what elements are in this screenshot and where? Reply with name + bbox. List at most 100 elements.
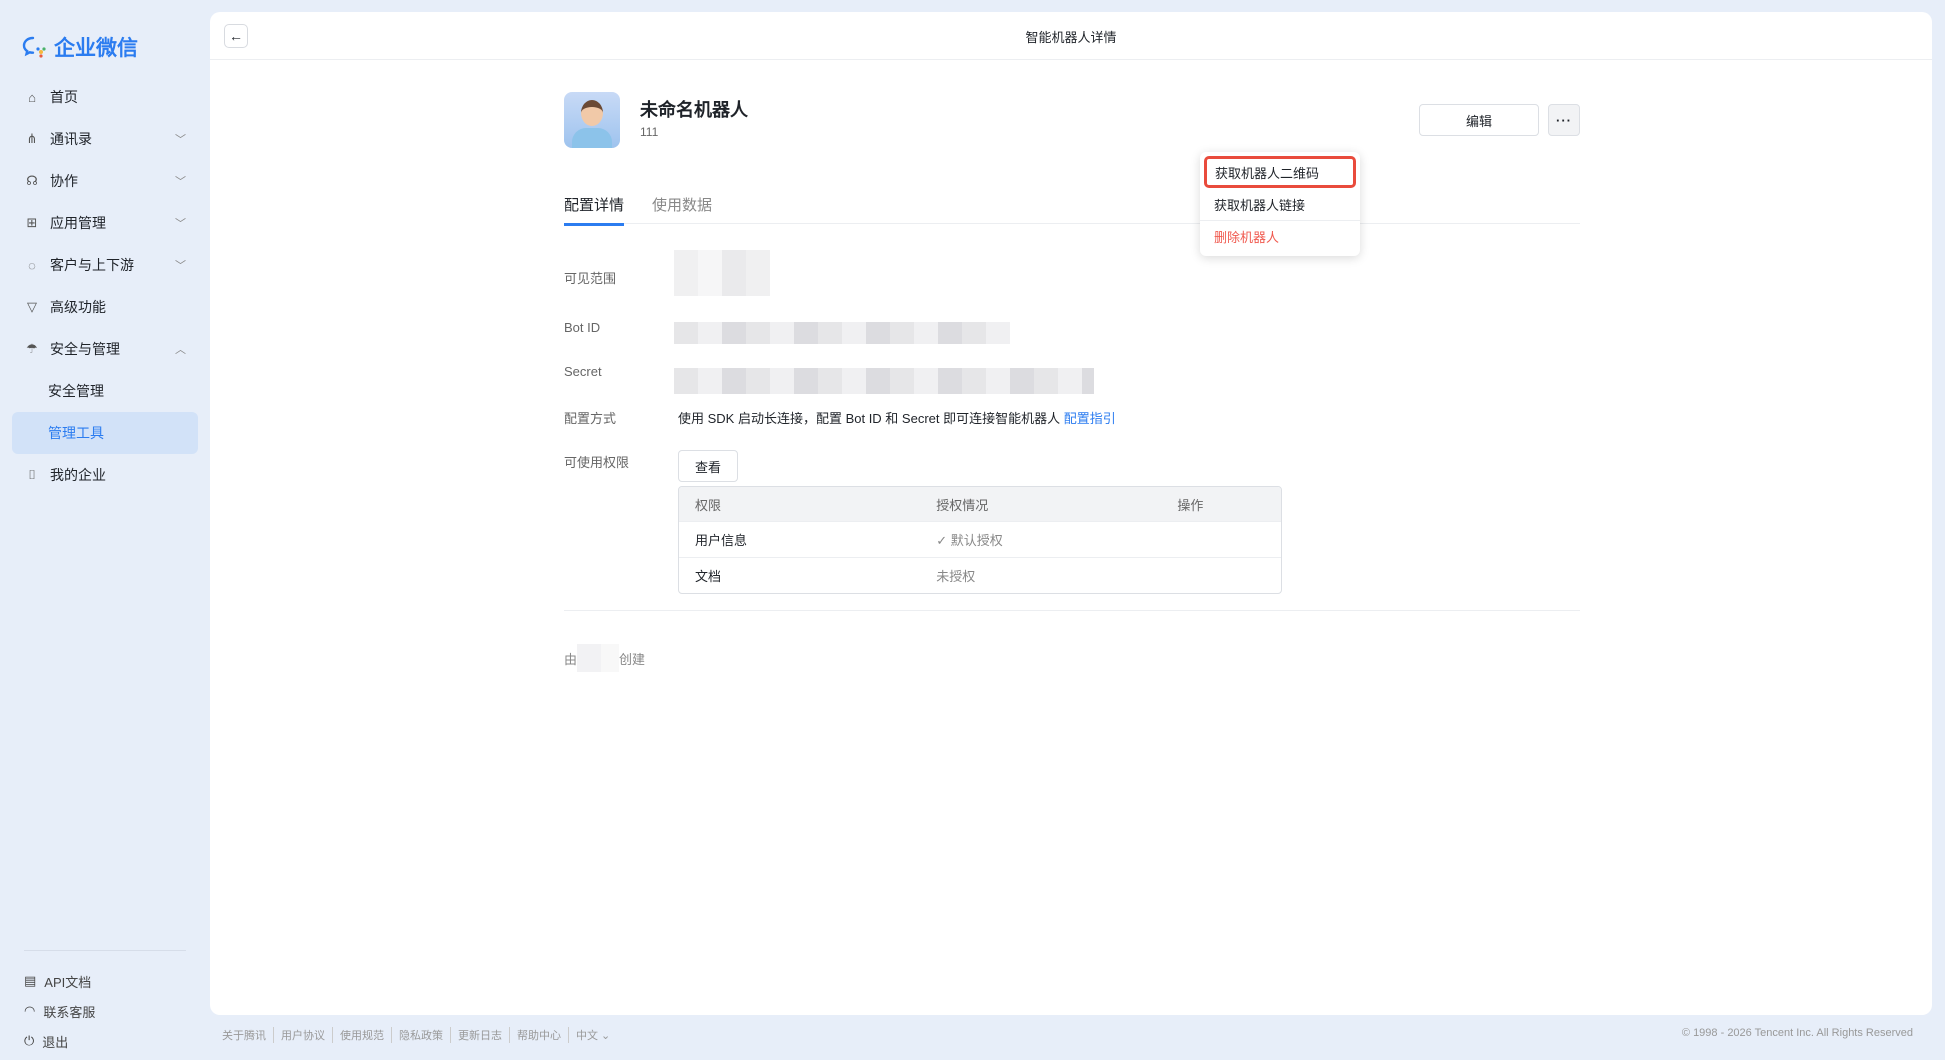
table-header: 权限 授权情况 操作 (679, 487, 1281, 521)
chevron-down-icon: ﹀ (175, 134, 186, 146)
secret-redacted (674, 368, 1094, 394)
api-docs-link[interactable]: ▤ API文档 (24, 966, 186, 996)
more-button[interactable]: ··· (1548, 104, 1580, 136)
brand-name: 企业微信 (54, 37, 138, 60)
headset-icon: ◠ (24, 1003, 36, 1018)
sidebar-nav: ⌂ 首页 ⋔ 通讯录 ﹀ ☊ 协作 ﹀ ⊞ 应用管理 ﹀ ◌ 客户与上下游 ﹀ ▽ 高级功能 ☂ 安全… (12, 76, 198, 496)
nav-apps[interactable]: ⊞ 应用管理 ﹀ (12, 202, 198, 244)
footer-link[interactable]: 更新日志 (450, 1027, 509, 1043)
apps-icon: ⊞ (26, 215, 38, 230)
copyright: © 1998 - 2026 Tencent Inc. All Rights Re… (1681, 1027, 1913, 1039)
header-status: 授权情况 (936, 497, 989, 513)
config-guide-link[interactable]: 配置指引 (1064, 411, 1116, 426)
nav-label: 安全管理 (48, 383, 104, 399)
nav-label: 安全与管理 (50, 341, 120, 357)
creator-info: 由 创建 (564, 644, 645, 672)
nav-collab[interactable]: ☊ 协作 ﹀ (12, 160, 198, 202)
link-label: 退出 (42, 1034, 69, 1050)
logout-link[interactable]: ⏻ 退出 (24, 1026, 186, 1056)
sidebar-bottom: ▤ API文档 ◠ 联系客服 ⏻ 退出 (24, 950, 186, 1056)
footer-link[interactable]: 使用规范 (332, 1027, 391, 1043)
nav-security-manage[interactable]: 安全管理 (12, 370, 198, 412)
get-link-item[interactable]: 获取机器人链接 (1200, 188, 1360, 220)
chevron-up-icon: ︿ (175, 344, 186, 356)
scope-value-redacted (674, 250, 770, 296)
footer-link[interactable]: 用户协议 (273, 1027, 332, 1043)
permission-status: ✓ 默认授权 (936, 533, 1003, 548)
nav-admin-tools[interactable]: 管理工具 (12, 412, 198, 454)
permissions-table: 权限 授权情况 操作 用户信息 ✓ 默认授权 文档 未授权 (678, 486, 1282, 594)
edit-button[interactable]: 编辑 (1419, 104, 1539, 136)
chevron-down-icon: ﹀ (175, 260, 186, 272)
link-label: API文档 (44, 974, 92, 990)
secret-label: Secret (564, 364, 602, 379)
main-card: ← 智能机器人详情 未命名机器人 111 编辑 ··· 配置详情 使用数据 可见… (210, 12, 1932, 1015)
bot-id-redacted (674, 322, 1010, 344)
bot-avatar (564, 92, 620, 148)
nav-label: 高级功能 (50, 299, 106, 315)
tab-config[interactable]: 配置详情 (564, 194, 625, 226)
footer-link[interactable]: 隐私政策 (391, 1027, 450, 1043)
nav-customers[interactable]: ◌ 客户与上下游 ﹀ (12, 244, 198, 286)
creator-redacted (577, 644, 620, 672)
tabs: 配置详情 使用数据 (564, 194, 1580, 226)
permission-name: 用户信息 (695, 533, 748, 548)
chat-icon: ◌ (28, 257, 36, 273)
collab-icon: ☊ (26, 173, 38, 188)
nav-home[interactable]: ⌂ 首页 (12, 76, 198, 118)
umbrella-icon: ☂ (26, 341, 38, 356)
advanced-icon: ▽ (27, 299, 37, 314)
scope-label: 可见范围 (564, 271, 617, 286)
permissions-label: 可使用权限 (564, 455, 630, 470)
home-icon: ⌂ (28, 89, 36, 105)
link-label: 联系客服 (43, 1004, 96, 1020)
nav-label: 应用管理 (50, 215, 106, 231)
table-row: 用户信息 ✓ 默认授权 (679, 521, 1281, 557)
config-description: 使用 SDK 启动长连接，配置 Bot ID 和 Secret 即可连接智能机器… (678, 411, 1064, 426)
config-label: 配置方式 (564, 411, 617, 426)
nav-my-company[interactable]: ⌷ 我的企业 (12, 454, 198, 496)
creator-suffix: 创建 (619, 651, 646, 667)
sidebar: 企业微信 ⌂ 首页 ⋔ 通讯录 ﹀ ☊ 协作 ﹀ ⊞ 应用管理 ﹀ ◌ 客户与上下游 ﹀ ▽ 高级功… (0, 0, 210, 1060)
permission-status: 未授权 (936, 569, 976, 584)
nav-label: 首页 (50, 89, 78, 105)
company-icon: ⌷ (28, 467, 36, 482)
config-text: 使用 SDK 启动长连接，配置 Bot ID 和 Secret 即可连接智能机器… (678, 408, 1116, 427)
contact-support-link[interactable]: ◠ 联系客服 (24, 996, 186, 1026)
footer-links: 关于腾讯 用户协议 使用规范 隐私政策 更新日志 帮助中心 中文 ⌄ (222, 1027, 617, 1043)
page-title: 智能机器人详情 (1025, 30, 1117, 45)
footer-link[interactable]: 帮助中心 (509, 1027, 568, 1043)
view-button[interactable]: 查看 (678, 450, 738, 482)
chevron-down-icon: ﹀ (175, 176, 186, 188)
chevron-down-icon: ﹀ (175, 218, 186, 230)
nav-label: 管理工具 (48, 425, 104, 441)
wecom-logo-icon (22, 36, 46, 58)
nav-contacts[interactable]: ⋔ 通讯录 ﹀ (12, 118, 198, 160)
top-bar: ← 智能机器人详情 (210, 12, 1932, 60)
power-icon: ⏻ (24, 1033, 35, 1048)
bot-name: 未命名机器人 (640, 100, 748, 120)
footer-link[interactable]: 关于腾讯 (222, 1027, 273, 1043)
more-dropdown-menu: 获取机器人二维码 获取机器人链接 删除机器人 (1200, 152, 1360, 256)
nav-label: 我的企业 (50, 467, 106, 483)
doc-icon: ▤ (24, 973, 37, 988)
creator-prefix: 由 (564, 651, 578, 667)
bot-description: 111 (640, 125, 659, 139)
divider (564, 610, 1580, 611)
header-permission: 权限 (695, 497, 722, 513)
bot-id-label: Bot ID (564, 320, 601, 335)
nav-label: 通讯录 (50, 131, 92, 147)
table-row: 文档 未授权 (679, 557, 1281, 593)
nav-security[interactable]: ☂ 安全与管理 ︿ (12, 328, 198, 370)
delete-bot-item[interactable]: 删除机器人 (1200, 220, 1360, 252)
nav-label: 协作 (50, 173, 78, 189)
contacts-icon: ⋔ (26, 131, 38, 146)
language-select[interactable]: 中文 ⌄ (568, 1027, 617, 1043)
brand-logo[interactable]: 企业微信 (22, 32, 138, 62)
nav-advanced[interactable]: ▽ 高级功能 (12, 286, 198, 328)
nav-label: 客户与上下游 (50, 257, 134, 273)
get-qrcode-item[interactable]: 获取机器人二维码 (1204, 156, 1356, 188)
header-action: 操作 (1177, 497, 1204, 513)
permission-name: 文档 (695, 569, 722, 584)
tab-usage[interactable]: 使用数据 (652, 194, 712, 223)
